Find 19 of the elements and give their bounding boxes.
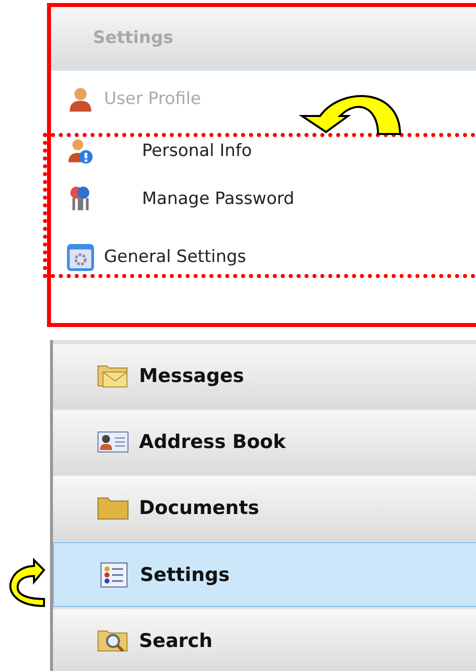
user-info-icon bbox=[67, 138, 94, 164]
user-icon bbox=[67, 86, 94, 112]
mail-folder-icon bbox=[97, 362, 129, 388]
menu-item[interactable]: General Settings bbox=[67, 229, 476, 285]
contact-card-icon bbox=[97, 428, 129, 454]
item-label: Manage Password bbox=[142, 189, 294, 209]
search-folder-icon bbox=[97, 628, 129, 654]
item-label: General Settings bbox=[104, 247, 246, 267]
gear-window-icon bbox=[67, 244, 94, 270]
nav-tab[interactable]: Settings bbox=[53, 542, 476, 607]
item-label: User Profile bbox=[104, 89, 202, 109]
nav-tab[interactable]: Search bbox=[53, 609, 476, 671]
list-icon bbox=[98, 562, 130, 588]
nav-tab[interactable]: Address Book bbox=[53, 410, 476, 474]
panel-title: Settings bbox=[93, 28, 174, 48]
nav-tab[interactable]: Messages bbox=[53, 344, 476, 408]
nav-tab[interactable]: Documents bbox=[53, 476, 476, 540]
folder-icon bbox=[97, 494, 129, 520]
item-label: Personal Info bbox=[142, 141, 252, 161]
